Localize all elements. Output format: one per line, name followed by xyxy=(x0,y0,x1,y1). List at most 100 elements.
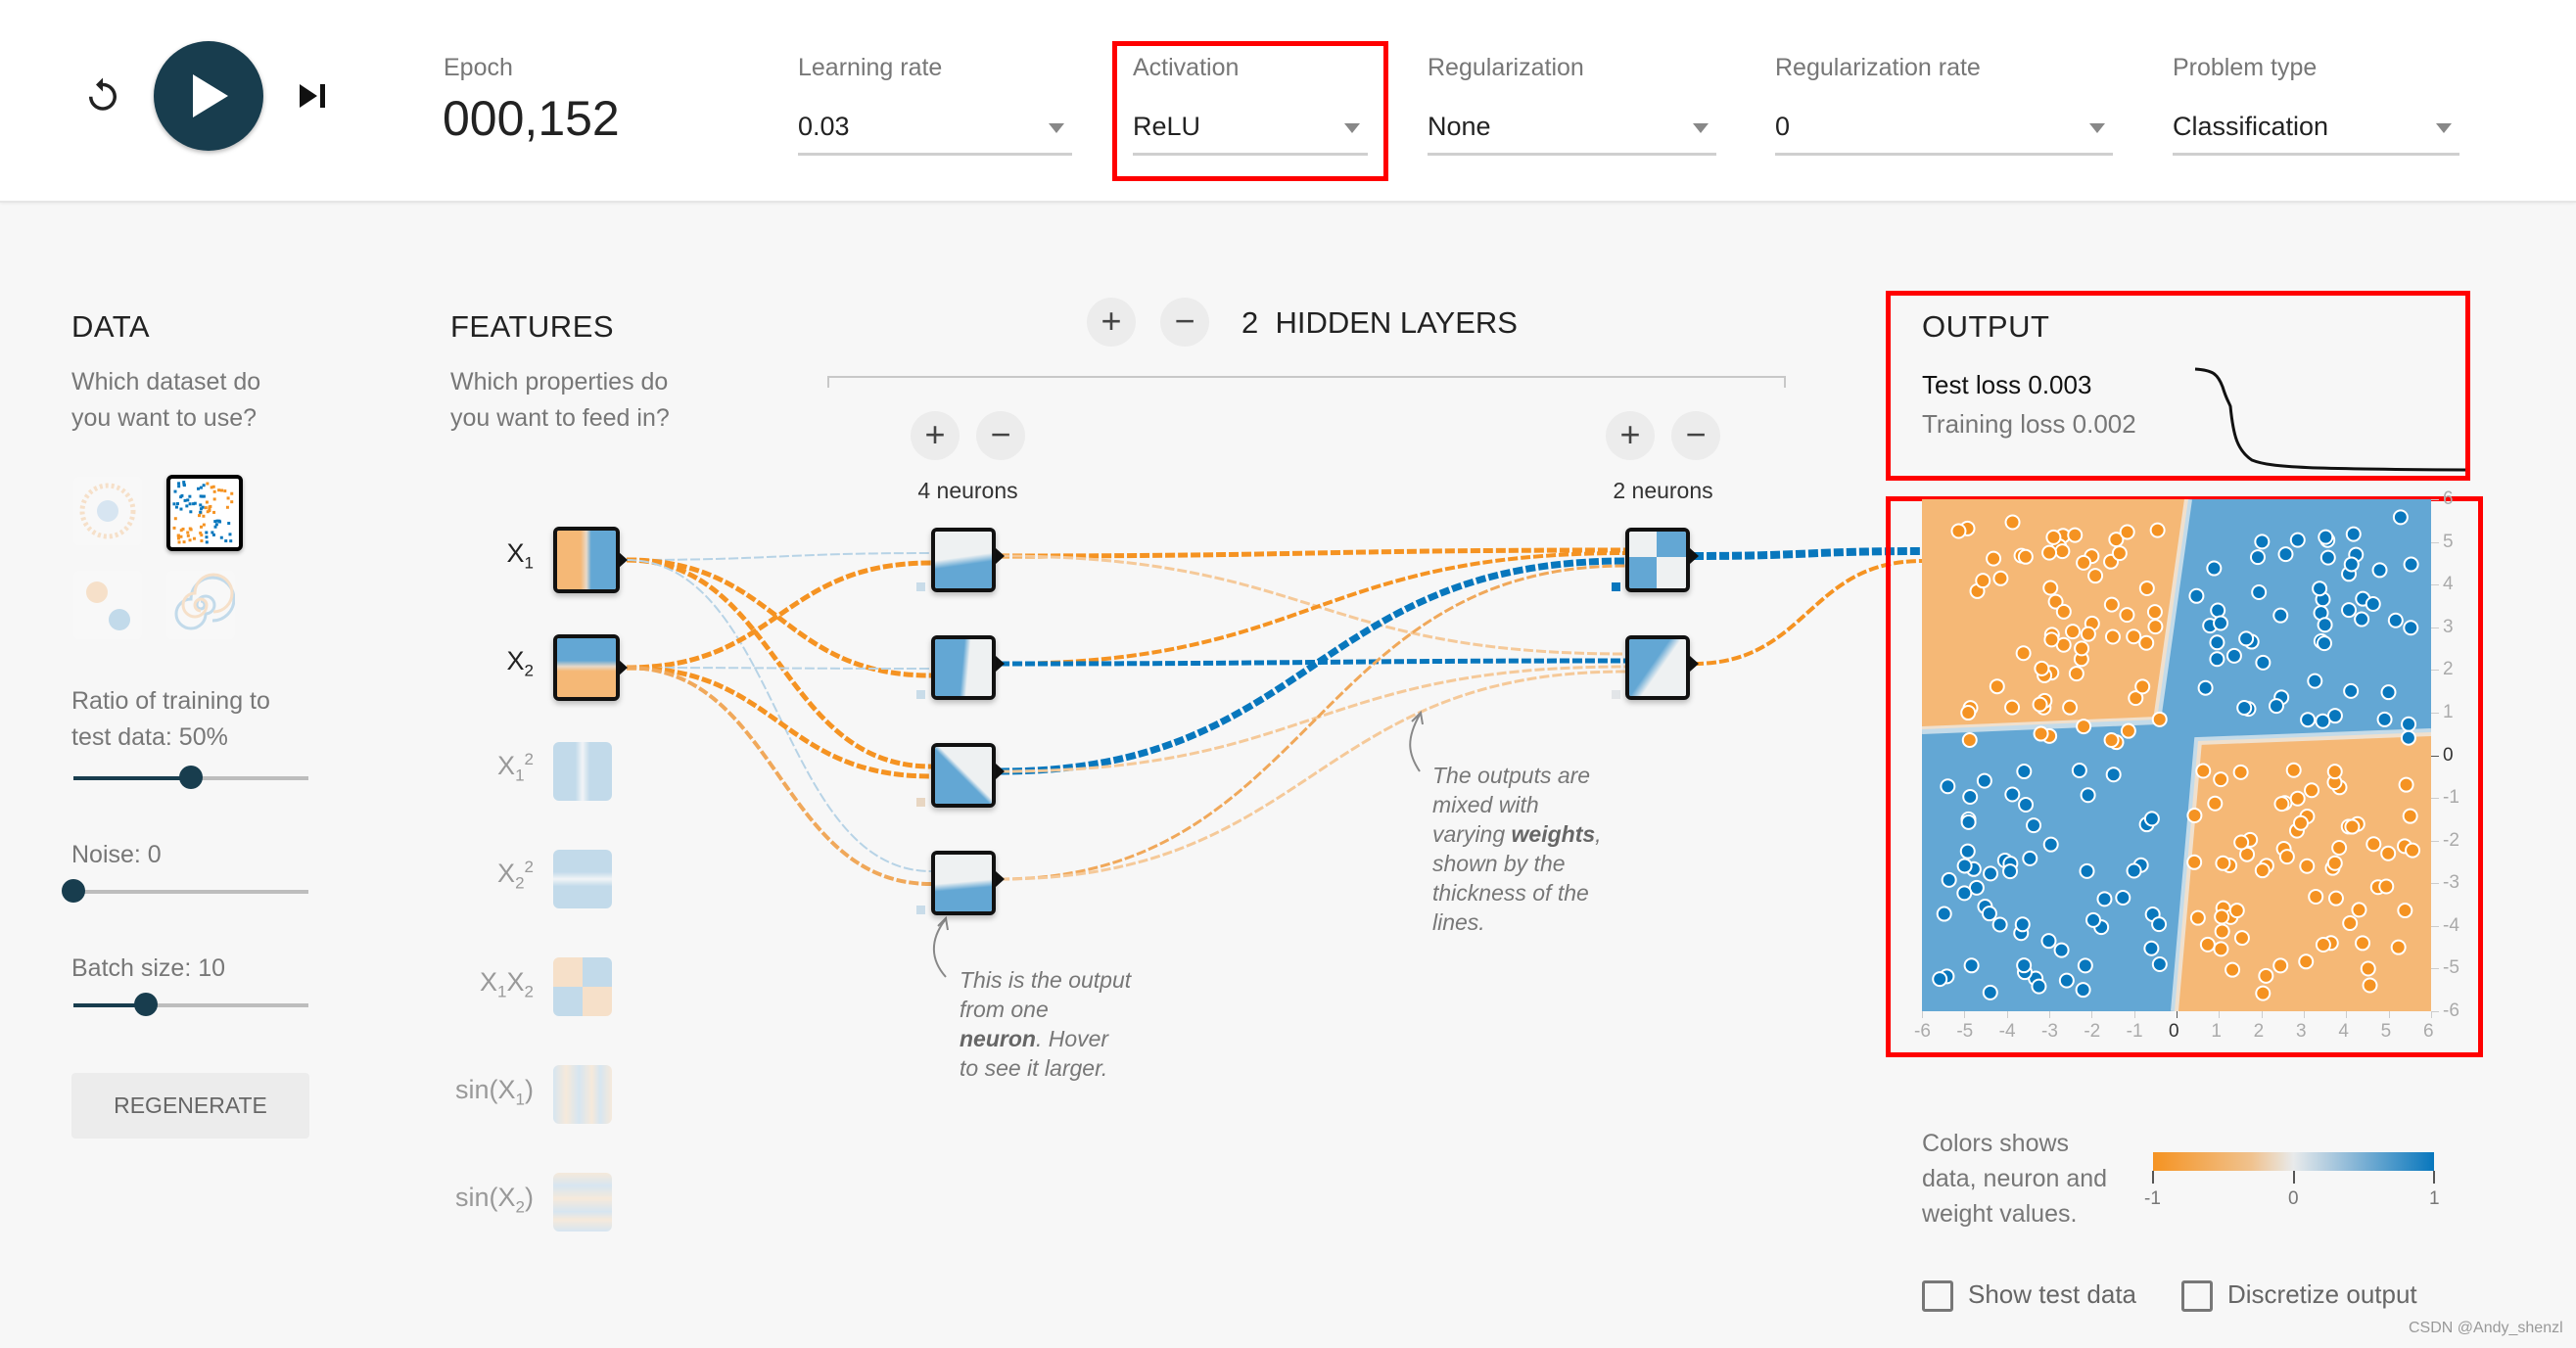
annotation-text: varying xyxy=(1432,821,1512,847)
x-tick-mark xyxy=(2304,1011,2305,1018)
feature-label-x1-squared: X12 xyxy=(416,750,534,785)
feature-node-x2-squared[interactable] xyxy=(553,850,612,908)
feature-node-sin-x2[interactable] xyxy=(553,1173,612,1232)
x-tick-mark xyxy=(2346,1011,2348,1018)
annotation-line: from one xyxy=(960,997,1049,1022)
data-point xyxy=(2104,628,2121,645)
weight-link[interactable] xyxy=(626,559,932,872)
data-point xyxy=(2402,808,2418,824)
weight-link[interactable] xyxy=(999,547,1626,559)
hidden-layers-label: HIDDEN LAYERS xyxy=(1275,305,1518,340)
layer1-remove-neuron-button[interactable]: − xyxy=(976,411,1025,460)
bias-indicator[interactable] xyxy=(916,690,925,699)
feature-heatmap xyxy=(553,742,612,801)
data-point xyxy=(2206,560,2223,577)
data-point xyxy=(2365,596,2381,613)
weight-link[interactable] xyxy=(626,667,932,670)
legend-tick-label: 0 xyxy=(2288,1188,2299,1209)
weight-link[interactable] xyxy=(626,557,932,678)
data-point xyxy=(2004,514,2021,531)
feature-label-text: ) xyxy=(525,1075,534,1104)
feature-label-sup: 2 xyxy=(524,858,534,876)
data-point xyxy=(2151,711,2168,727)
data-point xyxy=(2034,660,2050,676)
data-point xyxy=(2045,529,2062,545)
weight-link[interactable] xyxy=(999,557,1626,775)
data-point xyxy=(2289,790,2306,807)
layer1-add-neuron-button[interactable]: + xyxy=(911,411,960,460)
bias-indicator[interactable] xyxy=(1612,690,1620,699)
layer1-neuron-count: 4 neurons xyxy=(917,478,1018,503)
annotation-bold: weights xyxy=(1511,821,1596,847)
feature-node-sin-x1[interactable] xyxy=(553,1065,612,1124)
hidden-neuron-2-2[interactable] xyxy=(1625,635,1690,700)
data-point xyxy=(2213,615,2229,631)
data-point xyxy=(2342,915,2359,932)
feature-node-x1-squared[interactable] xyxy=(553,742,612,801)
feature-label-sub: 2 xyxy=(515,1197,525,1217)
data-point xyxy=(2397,903,2413,919)
data-point xyxy=(2022,850,2038,866)
discretize-output-checkbox[interactable] xyxy=(2181,1280,2213,1312)
show-test-data-checkbox[interactable] xyxy=(1922,1280,1953,1312)
feature-node-x1[interactable] xyxy=(553,527,620,593)
feature-heatmap xyxy=(553,850,612,908)
hidden-neuron-1-2[interactable] xyxy=(931,635,996,700)
feature-label-sub: 2 xyxy=(515,873,525,893)
discretize-output-label[interactable]: Discretize output xyxy=(2227,1279,2417,1310)
data-point xyxy=(2186,854,2203,870)
bias-indicator[interactable] xyxy=(916,906,925,914)
data-point xyxy=(2268,698,2284,715)
data-point xyxy=(2312,581,2328,597)
feature-label-text: sin(X xyxy=(455,1183,516,1212)
data-point xyxy=(2341,602,2358,619)
output-heatmap[interactable] xyxy=(1922,499,2431,1011)
feature-node-x2[interactable] xyxy=(553,634,620,701)
data-point xyxy=(2380,845,2397,861)
feature-node-x1x2[interactable] xyxy=(553,957,612,1016)
bias-indicator[interactable] xyxy=(1612,582,1620,591)
node-output-connector xyxy=(996,764,1005,779)
x-tick-label: 1 xyxy=(2211,1021,2222,1042)
weight-link[interactable] xyxy=(626,560,932,671)
output-title: OUTPUT xyxy=(1922,309,2050,344)
data-point xyxy=(2365,836,2382,853)
data-point xyxy=(1962,789,1979,806)
data-point xyxy=(2233,930,2250,947)
weight-link[interactable] xyxy=(626,552,932,561)
show-test-data-label[interactable]: Show test data xyxy=(1968,1279,2136,1310)
feature-label-text: X xyxy=(497,859,516,888)
data-point xyxy=(2401,716,2417,732)
data-point xyxy=(2258,967,2274,984)
node-output-connector xyxy=(619,552,628,568)
data-point xyxy=(2326,764,2343,780)
x-tick-mark xyxy=(2049,1011,2050,1018)
data-point xyxy=(2251,584,2268,601)
hidden-neuron-1-1[interactable] xyxy=(931,528,996,592)
y-tick-label: -5 xyxy=(2443,957,2459,979)
bias-indicator[interactable] xyxy=(916,582,925,591)
data-point xyxy=(2016,764,2033,780)
data-point xyxy=(2351,902,2367,918)
y-tick-mark xyxy=(2431,499,2439,500)
x-tick-mark xyxy=(2219,1011,2221,1018)
node-output-connector xyxy=(1690,548,1699,564)
hidden-neuron-2-1[interactable] xyxy=(1625,528,1690,592)
hidden-layers-bracket xyxy=(827,376,1786,388)
data-point xyxy=(2254,534,2271,550)
legend-line: Colors shows xyxy=(1922,1130,2070,1157)
weight-link[interactable] xyxy=(999,665,1626,773)
layer2-add-neuron-button[interactable]: + xyxy=(1606,411,1655,460)
y-tick-mark xyxy=(2431,755,2439,757)
remove-layer-button[interactable]: − xyxy=(1160,298,1209,347)
hidden-neuron-1-4[interactable] xyxy=(931,851,996,915)
layer2-neuron-count: 2 neurons xyxy=(1613,478,1713,503)
layer2-remove-neuron-button[interactable]: − xyxy=(1671,411,1720,460)
weight-link[interactable] xyxy=(626,666,932,886)
hidden-neuron-1-3[interactable] xyxy=(931,743,996,808)
add-layer-button[interactable]: + xyxy=(1087,298,1136,347)
data-point xyxy=(2392,509,2409,526)
data-point xyxy=(2068,666,2084,682)
data-point xyxy=(2298,953,2315,970)
bias-indicator[interactable] xyxy=(916,798,925,807)
